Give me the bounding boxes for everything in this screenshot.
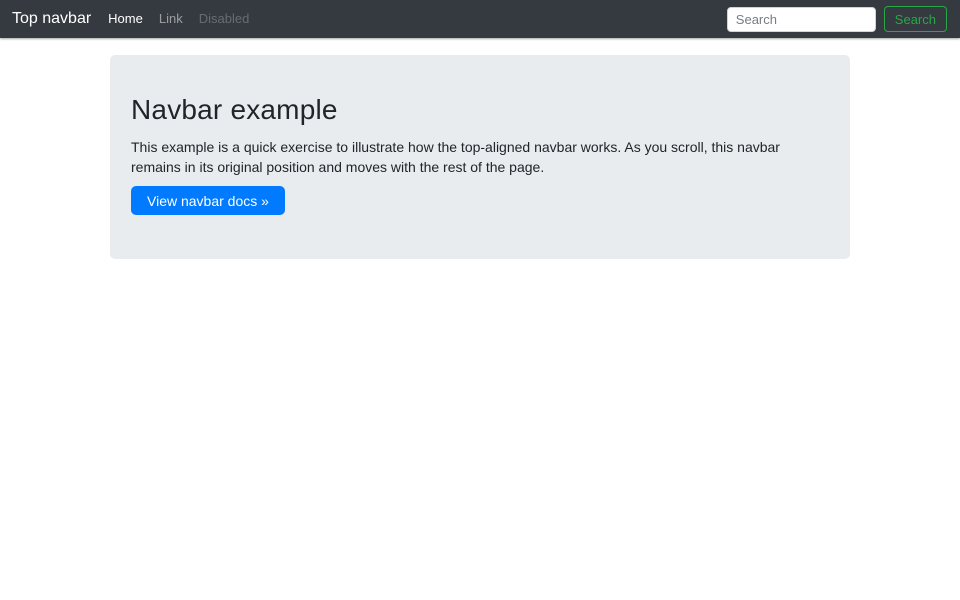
nav-item-disabled: Disabled — [191, 0, 258, 38]
page-title: Navbar example — [131, 94, 338, 125]
nav-link-home[interactable]: Home — [100, 0, 151, 38]
nav-item-home: Home — [100, 0, 151, 38]
top-navbar: Top navbar Home Link Disabled Search — [0, 0, 960, 38]
nav-link-link[interactable]: Link — [151, 0, 191, 38]
nav-link-disabled: Disabled — [198, 11, 250, 26]
jumbotron-description: This example is a quick exercise to illu… — [131, 139, 780, 175]
view-navbar-docs-button[interactable]: View navbar docs » — [131, 186, 285, 215]
search-button[interactable]: Search — [883, 6, 947, 32]
search-input[interactable] — [726, 6, 876, 32]
nav-item-link: Link — [151, 0, 191, 38]
main-content: Navbar example This example is a quick e… — [110, 55, 850, 259]
navbar-brand[interactable]: Top navbar — [12, 0, 91, 38]
navbar-nav: Home Link Disabled — [100, 0, 257, 38]
jumbotron: Navbar example This example is a quick e… — [110, 55, 850, 259]
search-form: Search — [726, 6, 947, 32]
